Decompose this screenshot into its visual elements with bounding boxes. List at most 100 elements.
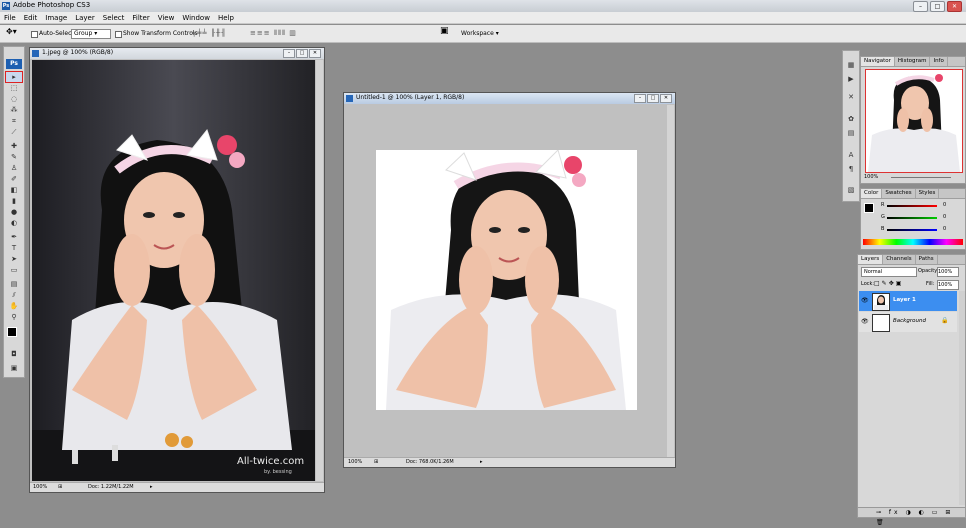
workspace-icon[interactable]: ▣: [440, 27, 449, 36]
layer-row-background[interactable]: 👁 Background 🔒: [859, 312, 957, 332]
menu-image[interactable]: Image: [45, 12, 67, 23]
healing-brush-icon[interactable]: ✚: [6, 141, 22, 151]
doc1-minimize-button[interactable]: –: [283, 49, 295, 58]
blend-mode-dropdown[interactable]: Normal: [861, 267, 917, 277]
blur-tool-icon[interactable]: ●: [6, 207, 22, 217]
navigator-zoom-slider[interactable]: [891, 177, 951, 178]
channel-r-value[interactable]: 0: [943, 202, 946, 208]
opacity-input[interactable]: 100%: [937, 267, 959, 277]
move-tool-icon[interactable]: ✥▾: [6, 27, 17, 36]
tab-layers[interactable]: Layers: [858, 255, 884, 264]
tab-channels[interactable]: Channels: [883, 255, 916, 264]
layer1-name[interactable]: Layer 1: [893, 297, 916, 303]
lasso-tool-icon[interactable]: ◌: [6, 94, 22, 104]
foreground-color-swatch[interactable]: [7, 327, 17, 337]
document-2-titlebar[interactable]: Untitled-1 @ 100% (Layer 1, RGB/8) – □ ✕: [344, 93, 675, 104]
brushes-icon[interactable]: ▦: [846, 61, 856, 70]
type-tool-icon[interactable]: T: [6, 243, 22, 253]
path-select-icon[interactable]: ➤: [6, 254, 22, 264]
menu-layer[interactable]: Layer: [75, 12, 95, 23]
color-spectrum-bar[interactable]: [863, 239, 963, 245]
doc2-vertical-scrollbar[interactable]: [667, 105, 674, 458]
slice-tool-icon[interactable]: ⟋: [6, 127, 22, 137]
document-1-titlebar[interactable]: 1.jpeg @ 100% (RGB/8) – □ ✕: [30, 48, 324, 59]
gradient-tool-icon[interactable]: ▮: [6, 196, 22, 206]
document-window-1[interactable]: 1.jpeg @ 100% (RGB/8) – □ ✕ All-twice.co…: [29, 47, 325, 493]
color-foreground-swatch[interactable]: [864, 203, 874, 213]
history-icon[interactable]: ▤: [846, 129, 856, 138]
doc2-status-arrow-icon[interactable]: ▸: [480, 458, 483, 467]
channel-g-slider[interactable]: [887, 217, 937, 219]
channel-b-value[interactable]: 0: [943, 226, 946, 232]
tab-info[interactable]: Info: [930, 57, 948, 66]
photo-canvas-2[interactable]: [376, 150, 637, 410]
doc1-zoom-level[interactable]: 100%: [33, 483, 47, 492]
brush-tool-icon[interactable]: ✎: [6, 152, 22, 162]
shape-tool-icon[interactable]: ▭: [6, 265, 22, 275]
move-tool-icon[interactable]: ▸: [5, 71, 23, 83]
dodge-tool-icon[interactable]: ◐: [6, 218, 22, 228]
doc2-status-icon[interactable]: ⊞: [374, 458, 378, 467]
menu-window[interactable]: Window: [182, 12, 210, 23]
align-icons[interactable]: ╤╪╧ ╟╫╢: [192, 29, 227, 37]
lock-icons[interactable]: □✎✥▣: [874, 280, 903, 287]
screen-mode-icon[interactable]: ▣: [6, 363, 22, 373]
menu-help[interactable]: Help: [218, 12, 234, 23]
clone-source-icon[interactable]: ✿: [846, 115, 856, 124]
fill-input[interactable]: 100%: [937, 280, 959, 290]
show-transform-checkbox[interactable]: [115, 31, 122, 38]
history-brush-icon[interactable]: ✐: [6, 174, 22, 184]
notes-tool-icon[interactable]: ▤: [6, 279, 22, 289]
tab-styles[interactable]: Styles: [916, 189, 940, 198]
menu-view[interactable]: View: [158, 12, 175, 23]
pen-tool-icon[interactable]: ✒: [6, 232, 22, 242]
doc1-vertical-scrollbar[interactable]: [316, 60, 323, 481]
eye-icon[interactable]: 👁: [861, 318, 869, 325]
document-window-2[interactable]: Untitled-1 @ 100% (Layer 1, RGB/8) – □ ✕ 1…: [343, 92, 676, 468]
zoom-tool-icon[interactable]: ⚲: [6, 312, 22, 322]
crop-tool-icon[interactable]: ⌗: [6, 116, 22, 126]
navigator-preview[interactable]: [865, 69, 963, 173]
eyedropper-icon[interactable]: ⫽: [6, 290, 22, 300]
actions-icon[interactable]: ✕: [846, 93, 856, 102]
hand-tool-icon[interactable]: ✋: [6, 301, 22, 311]
doc1-status-arrow-icon[interactable]: ▸: [150, 483, 153, 492]
workspace-button[interactable]: Workspace ▾: [461, 29, 499, 38]
layers-scrollbar[interactable]: [959, 291, 965, 505]
doc2-close-button[interactable]: ✕: [660, 94, 672, 103]
distribute-icons[interactable]: ≡≡≡ ⦀⦀⦀ ▥: [250, 29, 297, 38]
layer-comps-icon[interactable]: ▧: [846, 186, 856, 195]
doc1-close-button[interactable]: ✕: [309, 49, 321, 58]
auto-select-dropdown[interactable]: Group ▾: [71, 29, 111, 39]
tab-histogram[interactable]: Histogram: [895, 57, 931, 66]
menu-select[interactable]: Select: [103, 12, 125, 23]
doc2-minimize-button[interactable]: –: [634, 94, 646, 103]
marquee-tool-icon[interactable]: ⬚: [6, 83, 22, 93]
layers-footer-buttons[interactable]: ⊸ fx ◑ ◐ ▭ ⊞ 🗑: [858, 507, 965, 526]
paragraph-icon[interactable]: ¶: [846, 165, 856, 174]
close-button[interactable]: ✕: [947, 1, 962, 12]
doc2-maximize-button[interactable]: □: [647, 94, 659, 103]
character-icon[interactable]: A: [846, 151, 856, 160]
tab-color[interactable]: Color: [861, 189, 883, 198]
channel-r-slider[interactable]: [887, 205, 937, 207]
doc1-maximize-button[interactable]: □: [296, 49, 308, 58]
doc1-status-icon[interactable]: ⊞: [58, 483, 62, 492]
minimize-button[interactable]: –: [913, 1, 928, 12]
tool-presets-icon[interactable]: ▶: [846, 75, 856, 84]
tab-swatches[interactable]: Swatches: [882, 189, 916, 198]
tab-navigator[interactable]: Navigator: [861, 57, 895, 66]
magic-wand-icon[interactable]: ⁂: [6, 105, 22, 115]
doc2-zoom-level[interactable]: 100%: [348, 458, 362, 467]
layer-row-layer1[interactable]: 👁 Layer 1: [859, 291, 957, 311]
maximize-button[interactable]: □: [930, 1, 945, 12]
quick-mask-icon[interactable]: ◘: [6, 349, 22, 359]
eraser-tool-icon[interactable]: ◧: [6, 185, 22, 195]
menu-file[interactable]: File: [4, 12, 16, 23]
channel-g-value[interactable]: 0: [943, 214, 946, 220]
tab-paths[interactable]: Paths: [916, 255, 938, 264]
eye-icon[interactable]: 👁: [861, 297, 869, 304]
channel-b-slider[interactable]: [887, 229, 937, 231]
clone-stamp-icon[interactable]: ♙: [6, 163, 22, 173]
auto-select-checkbox[interactable]: [31, 31, 38, 38]
